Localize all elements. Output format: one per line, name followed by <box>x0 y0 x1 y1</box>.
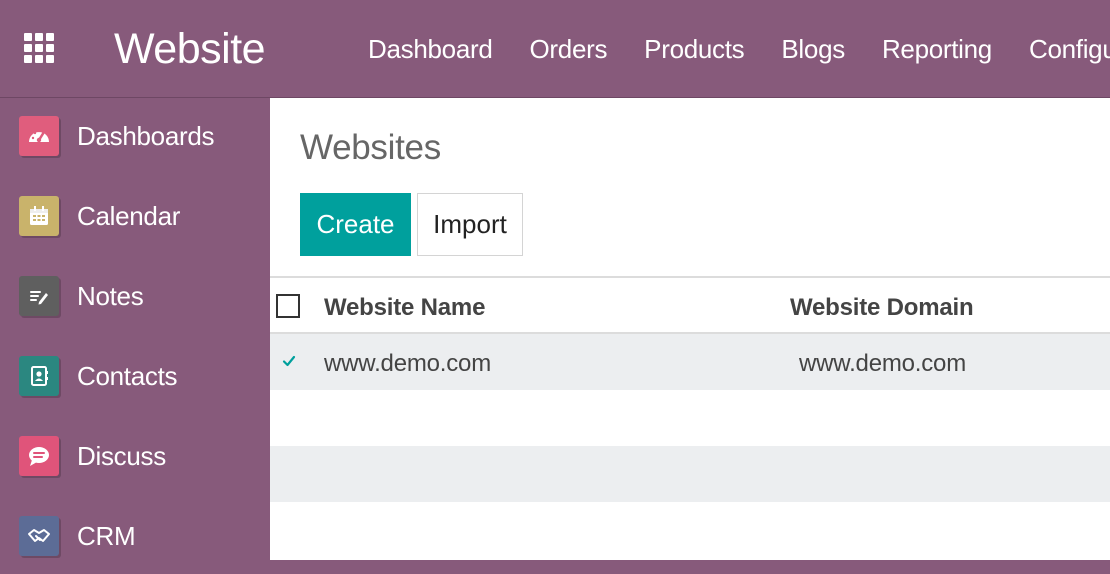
menu-products[interactable]: Products <box>644 34 745 65</box>
sidebar-item-label: Contacts <box>77 360 178 391</box>
handshake-icon <box>19 516 59 556</box>
notes-pencil-icon <box>19 276 59 316</box>
sidebar-item-notes[interactable]: Notes <box>0 266 270 326</box>
sidebar-item-calendar[interactable]: Calendar <box>0 186 270 246</box>
sidebar-item-dashboards[interactable]: Dashboards <box>0 106 270 166</box>
menu-reporting[interactable]: Reporting <box>882 34 992 65</box>
cell-website-name: www.demo.com <box>324 350 491 377</box>
contact-card-icon <box>19 356 59 396</box>
table-header: Website Name Website Domain <box>270 278 1110 334</box>
check-icon <box>280 352 298 370</box>
table-row[interactable]: www.demo.com www.demo.com <box>270 334 1110 390</box>
empty-row <box>270 390 1110 446</box>
create-button[interactable]: Create <box>300 193 411 256</box>
sidebar-item-label: Dashboards <box>77 120 215 151</box>
top-navbar: Website Dashboard Orders Products Blogs … <box>0 0 1110 98</box>
menu-configuration[interactable]: Configura <box>1029 34 1110 65</box>
empty-row <box>270 502 1110 558</box>
calendar-icon <box>19 196 59 236</box>
apps-grid-icon[interactable] <box>24 33 56 65</box>
sidebar-item-label: Notes <box>77 280 144 311</box>
app-title[interactable]: Website <box>114 24 266 74</box>
menu-blogs[interactable]: Blogs <box>781 34 845 65</box>
sidebar-item-discuss[interactable]: Discuss <box>0 426 270 486</box>
sidebar-item-label: Calendar <box>77 200 181 231</box>
top-menu: Dashboard Orders Products Blogs Reportin… <box>368 0 1110 98</box>
page-title: Websites <box>300 128 441 167</box>
sidebar-item-crm[interactable]: CRM <box>0 506 270 566</box>
empty-row <box>270 446 1110 502</box>
column-header-website-name[interactable]: Website Name <box>324 294 485 322</box>
menu-dashboard[interactable]: Dashboard <box>368 34 493 65</box>
chat-bubble-icon <box>19 436 59 476</box>
sidebar-item-label: CRM <box>77 520 136 551</box>
dashboard-gauge-icon <box>19 116 59 156</box>
main-panel: Websites Create Import Website Name Webs… <box>270 98 1110 560</box>
column-header-website-domain[interactable]: Website Domain <box>790 294 974 322</box>
import-button[interactable]: Import <box>417 193 523 256</box>
cell-website-domain: www.demo.com <box>799 350 966 377</box>
select-all-checkbox[interactable] <box>276 294 300 318</box>
menu-orders[interactable]: Orders <box>530 34 608 65</box>
websites-table: Website Name Website Domain www.demo.com… <box>270 276 1110 558</box>
sidebar: Dashboards Calendar Notes Contacts Discu… <box>0 98 270 560</box>
sidebar-item-label: Discuss <box>77 440 166 471</box>
sidebar-item-contacts[interactable]: Contacts <box>0 346 270 406</box>
bottom-border <box>0 560 1110 574</box>
